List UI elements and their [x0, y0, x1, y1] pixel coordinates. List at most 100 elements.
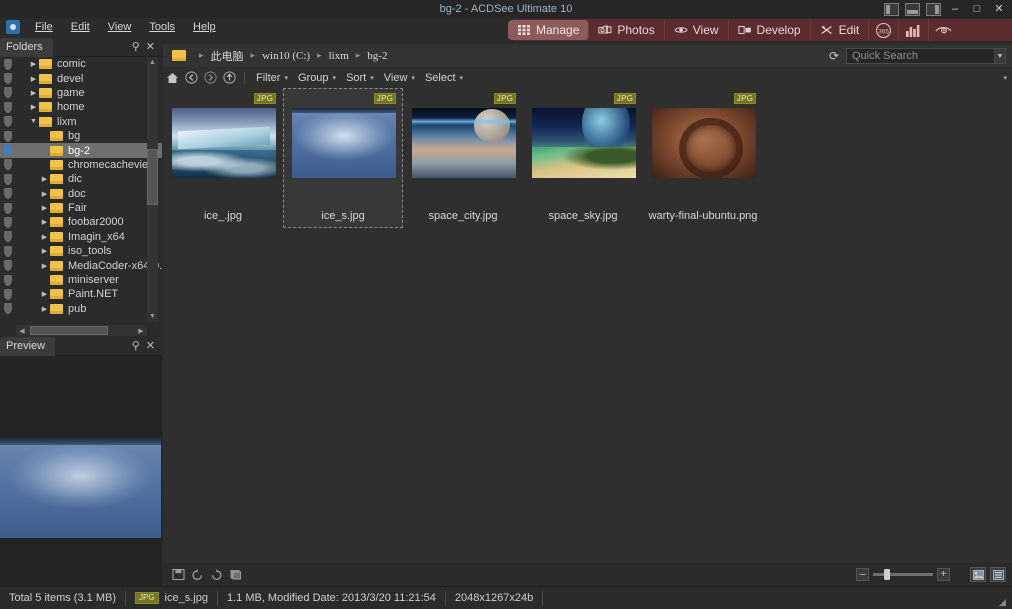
folder-tree-item[interactable]: ▶ dic — [0, 172, 162, 186]
scroll-right-icon[interactable]: ▶ — [135, 325, 147, 336]
expand-icon[interactable]: ▶ — [39, 233, 50, 241]
scroll-left-icon[interactable]: ◀ — [16, 325, 28, 336]
mode-tab-photos[interactable]: Photos — [589, 20, 665, 40]
mode-tab-edit[interactable]: Edit — [811, 20, 870, 40]
vscroll-thumb[interactable] — [147, 149, 158, 205]
folder-tree-item[interactable]: ▶ devel — [0, 71, 162, 85]
expand-icon[interactable]: ▶ — [39, 175, 50, 183]
mode-tab-manage[interactable]: Manage — [508, 20, 590, 40]
thumbnail-item[interactable]: JPG ice_.jpg — [163, 88, 283, 228]
folder-tree-item[interactable]: ▶ home — [0, 100, 162, 114]
chevron-down-icon[interactable]: ▼ — [994, 49, 1005, 63]
scroll-up-icon[interactable]: ▲ — [147, 57, 158, 68]
layout-bottom-pane-button[interactable] — [905, 2, 920, 16]
hscroll-thumb[interactable] — [30, 326, 108, 335]
folder-tree-item[interactable]: ▶ comic — [0, 57, 162, 71]
menu-tools[interactable]: Tools — [140, 18, 184, 36]
folder-tree-item[interactable]: bg — [0, 129, 162, 143]
up-icon[interactable] — [220, 68, 239, 87]
expand-icon[interactable]: ▶ — [39, 247, 50, 255]
folder-tree-item[interactable]: ▶ game — [0, 86, 162, 100]
breadcrumb-segment[interactable]: lixm — [329, 50, 349, 62]
expand-icon[interactable]: ▶ — [39, 204, 50, 212]
folder-tree-item[interactable]: ▶ Fair — [0, 201, 162, 215]
toolbar-menu-filter[interactable]: Filter ▾ — [250, 72, 292, 84]
pin-icon[interactable]: ⚲ — [132, 42, 140, 53]
expand-icon[interactable]: ▶ — [39, 305, 50, 313]
mode-tab-develop[interactable]: Develop — [729, 20, 811, 40]
folders-panel-title[interactable]: Folders — [0, 37, 53, 57]
breadcrumb-segment[interactable]: 此电脑 — [211, 48, 244, 64]
compare-icon[interactable] — [226, 565, 245, 584]
expand-icon[interactable]: ▶ — [28, 89, 39, 97]
thumbnail-item[interactable]: JPG warty-final-ubuntu.png — [643, 88, 763, 228]
expand-icon[interactable]: ▶ — [39, 218, 50, 226]
collapse-icon[interactable]: ▼ — [28, 118, 39, 125]
search-box[interactable]: ▼ — [846, 48, 1006, 64]
menu-file[interactable]: File — [26, 18, 62, 36]
folder-tree-item[interactable]: ▶ pub — [0, 302, 162, 316]
layout-left-pane-button[interactable] — [884, 2, 899, 16]
breadcrumb[interactable]: ▸ 此电脑 ▸ win10 (C:) ▸ lixm ▸ bg-2 — [192, 48, 387, 64]
thumbnail-item[interactable]: JPG ice_s.jpg — [283, 88, 403, 228]
breadcrumb-segment[interactable]: win10 (C:) — [262, 50, 310, 62]
thumbnail-item[interactable]: JPG space_city.jpg — [403, 88, 523, 228]
rotate-right-icon[interactable] — [207, 565, 226, 584]
folder-tree-item[interactable]: ▶ foobar2000 — [0, 215, 162, 229]
toolbar-overflow-icon[interactable]: ▾ — [1003, 74, 1007, 82]
eye-swoosh-icon[interactable] — [929, 19, 959, 41]
refresh-icon[interactable]: ⟳ — [829, 49, 839, 63]
toolbar-menu-select[interactable]: Select ▾ — [419, 72, 467, 84]
close-icon[interactable]: ✕ — [146, 42, 155, 53]
expand-icon[interactable]: ▶ — [28, 103, 39, 111]
folder-tree-item[interactable]: ▶ Imagin_x64 — [0, 230, 162, 244]
minimize-button[interactable]: – — [944, 0, 966, 18]
scroll-down-icon[interactable]: ▼ — [147, 311, 158, 322]
folder-tree-item[interactable]: ▶ MediaCoder-x64-0.8. — [0, 258, 162, 272]
layout-right-pane-button[interactable] — [926, 2, 941, 16]
zoom-in-button[interactable]: + — [937, 568, 950, 581]
close-button[interactable]: ✕ — [988, 0, 1010, 18]
expand-icon[interactable]: ▶ — [39, 262, 50, 270]
menu-edit[interactable]: Edit — [62, 18, 99, 36]
folder-tree-item[interactable]: ▶ iso_tools — [0, 244, 162, 258]
thumbnail-item[interactable]: JPG space_sky.jpg — [523, 88, 643, 228]
folder-tree-item[interactable]: chromecacheview — [0, 158, 162, 172]
zoom-knob[interactable] — [884, 569, 890, 580]
toolbar-menu-sort[interactable]: Sort ▾ — [340, 72, 378, 84]
folder-tree-item[interactable]: ▶ doc — [0, 187, 162, 201]
rotate-left-icon[interactable] — [188, 565, 207, 584]
zoom-slider[interactable]: – + — [856, 568, 950, 581]
pin-icon[interactable]: ⚲ — [132, 341, 140, 352]
preview-panel-title[interactable]: Preview — [0, 336, 56, 356]
expand-icon[interactable]: ▶ — [28, 75, 39, 83]
folder-tree-item[interactable]: ▶ Paint.NET — [0, 287, 162, 301]
menu-help[interactable]: Help — [184, 18, 225, 36]
thumbnail-view-icon[interactable] — [970, 567, 986, 582]
acdsee-365-icon[interactable]: 365 — [869, 19, 900, 41]
mode-tab-view[interactable]: View — [665, 20, 729, 40]
close-icon[interactable]: ✕ — [146, 341, 155, 352]
folder-tree-hscrollbar[interactable]: ◀ ▶ — [16, 325, 147, 336]
forward-icon[interactable] — [201, 68, 220, 87]
resize-grip-icon[interactable]: ◢ — [999, 597, 1009, 607]
expand-icon[interactable]: ▶ — [28, 60, 39, 68]
folder-tree-vscrollbar[interactable]: ▲ ▼ — [147, 57, 158, 322]
maximize-button[interactable]: □ — [966, 0, 988, 18]
folder-tree-item[interactable]: bg-2 — [0, 143, 162, 158]
toolbar-menu-group[interactable]: Group ▾ — [292, 72, 340, 84]
zoom-out-button[interactable]: – — [856, 568, 869, 581]
expand-icon[interactable]: ▶ — [39, 290, 50, 298]
save-image-icon[interactable] — [169, 565, 188, 584]
toolbar-menu-view[interactable]: View ▾ — [378, 72, 419, 84]
folder-tree[interactable]: ▶ comic ▶ devel ▶ game ▶ home ▼ lixm bg bg-2 chromec… — [0, 57, 162, 322]
search-input[interactable] — [847, 50, 994, 62]
expand-icon[interactable]: ▶ — [39, 190, 50, 198]
back-icon[interactable] — [182, 68, 201, 87]
folder-tree-item[interactable]: miniserver — [0, 273, 162, 287]
bar-chart-icon[interactable] — [899, 19, 930, 41]
zoom-track[interactable] — [873, 569, 933, 580]
thumbnail-grid[interactable]: JPG ice_.jpg JPG ice_s.jpg JPG space_city.jpg… — [163, 88, 1012, 563]
home-icon[interactable] — [163, 68, 182, 87]
folder-tree-item[interactable]: ▼ lixm — [0, 115, 162, 129]
